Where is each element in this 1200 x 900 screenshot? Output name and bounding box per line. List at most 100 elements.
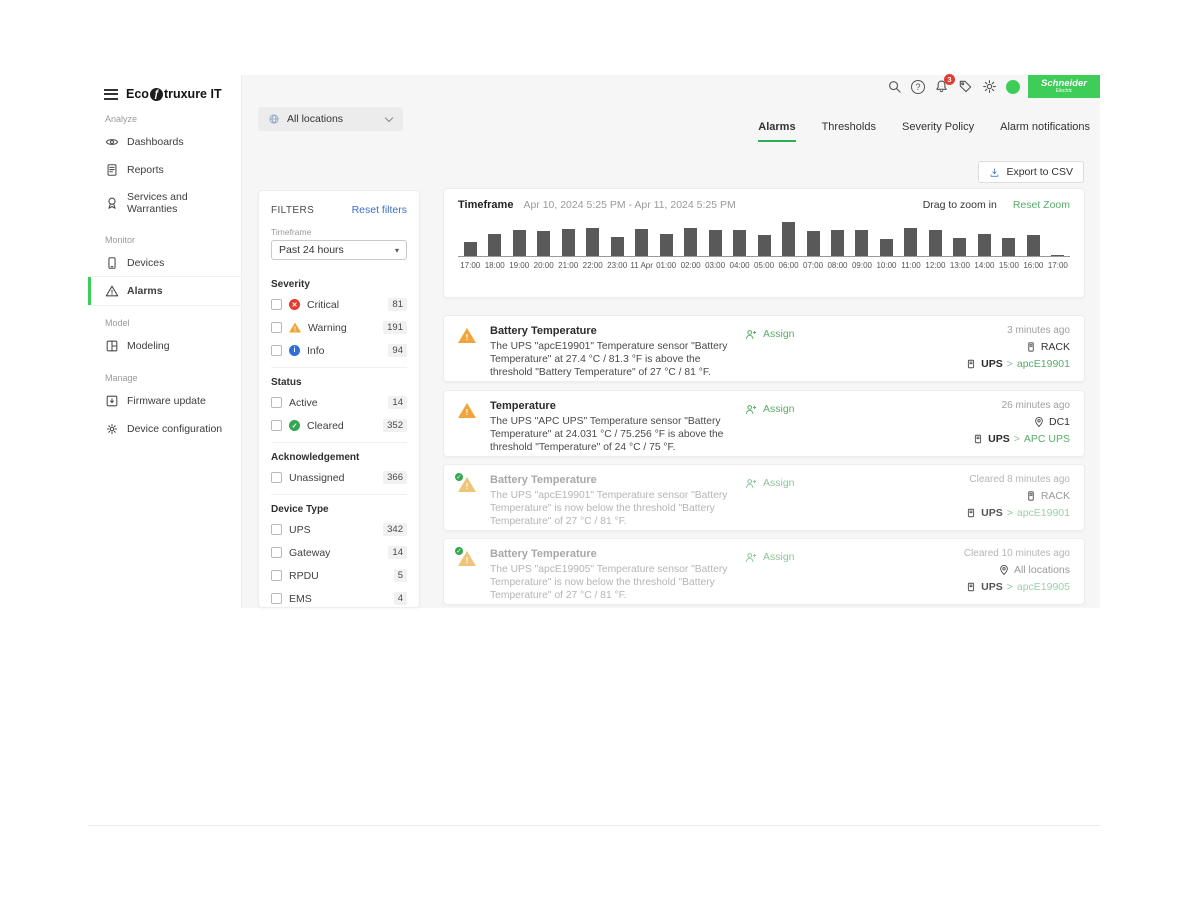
notifications-bell-icon[interactable]: 3 (934, 79, 949, 94)
checkbox[interactable] (271, 524, 282, 535)
alarms-icon (105, 284, 119, 298)
chart-bar[interactable] (684, 228, 697, 256)
chart-bar[interactable] (562, 229, 575, 256)
tab-alarm-notifications[interactable]: Alarm notifications (1000, 121, 1090, 142)
checkbox[interactable] (271, 472, 282, 483)
alarm-row[interactable]: !✓Battery TemperatureThe UPS "apcE19905"… (443, 538, 1085, 605)
sidebar-item-alarms[interactable]: Alarms (88, 277, 241, 305)
export-csv-button[interactable]: Export to CSV (978, 161, 1084, 183)
chart-bar[interactable] (660, 234, 673, 256)
sidebar-item-services-and-warranties[interactable]: Services and Warranties (88, 184, 241, 222)
filter-option-rpdu[interactable]: RPDU5 (271, 569, 407, 582)
checkbox[interactable] (271, 299, 282, 310)
filter-option-ups[interactable]: UPS342 (271, 523, 407, 536)
filter-count-badge: 14 (388, 546, 407, 559)
hamburger-menu-icon[interactable] (104, 89, 118, 100)
assign-button[interactable]: Assign (744, 325, 864, 372)
chart-bar[interactable] (1027, 235, 1040, 256)
alarm-row[interactable]: !Battery TemperatureThe UPS "apcE19901" … (443, 315, 1085, 382)
alarm-location-label: DC1 (1049, 416, 1070, 428)
alarm-row[interactable]: !TemperatureThe UPS "APC UPS" Temperatur… (443, 390, 1085, 457)
chart-bar[interactable] (978, 234, 991, 256)
checkbox[interactable] (271, 345, 282, 356)
chart-bar-slot (850, 230, 874, 256)
device-link[interactable]: apcE19901 (1017, 507, 1070, 519)
timeframe-select[interactable]: Past 24 hours ▾ (271, 240, 407, 260)
sidebar-item-dashboards[interactable]: Dashboards (88, 128, 241, 156)
reset-zoom-link[interactable]: Reset Zoom (1013, 199, 1070, 211)
chart-bar[interactable] (586, 228, 599, 256)
filter-option-cleared[interactable]: ✓Cleared352 (271, 419, 407, 432)
tab-thresholds[interactable]: Thresholds (822, 121, 876, 142)
help-icon[interactable]: ? (911, 80, 925, 94)
alarm-histogram[interactable]: 17:0018:0019:0020:0021:0022:0023:0011 Ap… (458, 220, 1070, 270)
checkbox[interactable] (271, 322, 282, 333)
checkbox[interactable] (271, 397, 282, 408)
checkbox[interactable] (271, 570, 282, 581)
chart-bar[interactable] (855, 230, 868, 256)
chart-bar[interactable] (929, 230, 942, 256)
filter-option-gateway[interactable]: Gateway14 (271, 546, 407, 559)
device-link[interactable]: APC UPS (1024, 433, 1070, 445)
assign-person-icon (744, 551, 757, 564)
alarm-timestamp: Cleared 8 minutes ago (965, 474, 1070, 485)
chart-bar[interactable] (635, 229, 648, 256)
chart-bar[interactable] (880, 239, 893, 256)
chart-bar[interactable] (1051, 255, 1064, 256)
chart-bar-slot (605, 237, 629, 256)
chart-bar[interactable] (513, 230, 526, 256)
filter-option-unassigned[interactable]: Unassigned366 (271, 471, 407, 484)
tag-icon[interactable] (958, 79, 973, 94)
chart-bar[interactable] (782, 222, 795, 256)
location-selector[interactable]: All locations (258, 107, 403, 131)
chart-bar[interactable] (831, 230, 844, 256)
alarm-title: Battery Temperature (490, 325, 734, 337)
alarm-meta: Cleared 8 minutes agoRACKUPS>apcE19901 (965, 474, 1070, 521)
chart-bar[interactable] (464, 242, 477, 256)
checkbox[interactable] (271, 420, 282, 431)
alarm-severity-icon-wrap: ! (458, 325, 480, 372)
device-config-icon (105, 422, 119, 436)
user-avatar[interactable] (1006, 80, 1020, 94)
chart-bar[interactable] (537, 231, 550, 256)
schneider-electric-logo[interactable]: Schneider Electric (1028, 75, 1100, 98)
tab-alarms[interactable]: Alarms (758, 121, 795, 142)
settings-gear-icon[interactable] (982, 79, 997, 94)
filter-option-active[interactable]: Active14 (271, 396, 407, 409)
sidebar-item-devices[interactable]: Devices (88, 249, 241, 277)
reset-filters-link[interactable]: Reset filters (352, 204, 407, 216)
chart-bar[interactable] (733, 230, 746, 256)
chart-bar[interactable] (488, 234, 501, 256)
ups-icon (965, 358, 977, 370)
assign-button[interactable]: Assign (744, 474, 864, 521)
checkbox[interactable] (271, 593, 282, 604)
sidebar-item-device-configuration[interactable]: Device configuration (88, 415, 241, 443)
chart-bar[interactable] (904, 228, 917, 256)
sidebar-item-modeling[interactable]: Modeling (88, 332, 241, 360)
chart-bar[interactable] (709, 230, 722, 256)
chart-bar[interactable] (1002, 238, 1015, 256)
chart-bar[interactable] (758, 235, 771, 256)
app-logo[interactable]: Ecoƒtruxure IT (126, 87, 222, 101)
alarm-row[interactable]: !✓Battery TemperatureThe UPS "apcE19901"… (443, 464, 1085, 531)
chart-bar[interactable] (611, 237, 624, 256)
filter-option-ems[interactable]: EMS4 (271, 592, 407, 605)
chart-bar[interactable] (807, 231, 820, 256)
device-link[interactable]: apcE19905 (1017, 581, 1070, 593)
sidebar-item-firmware-update[interactable]: Firmware update (88, 387, 241, 415)
chart-bar[interactable] (953, 238, 966, 256)
assign-button[interactable]: Assign (744, 548, 864, 595)
device-link[interactable]: apcE19901 (1017, 358, 1070, 370)
breadcrumb-separator: > (1014, 433, 1020, 445)
chart-bar-slot (556, 229, 580, 256)
filter-option-info[interactable]: iInfo94 (271, 344, 407, 357)
sidebar-item-reports[interactable]: Reports (88, 156, 241, 184)
filter-option-critical[interactable]: ✕Critical81 (271, 298, 407, 311)
checkbox[interactable] (271, 547, 282, 558)
filter-option-warning[interactable]: !Warning191 (271, 321, 407, 334)
assign-button[interactable]: Assign (744, 400, 864, 447)
search-icon[interactable] (887, 79, 902, 94)
chart-x-tick-label: 03:00 (703, 261, 727, 270)
tab-severity-policy[interactable]: Severity Policy (902, 121, 974, 142)
chart-bar-slot (899, 228, 923, 256)
